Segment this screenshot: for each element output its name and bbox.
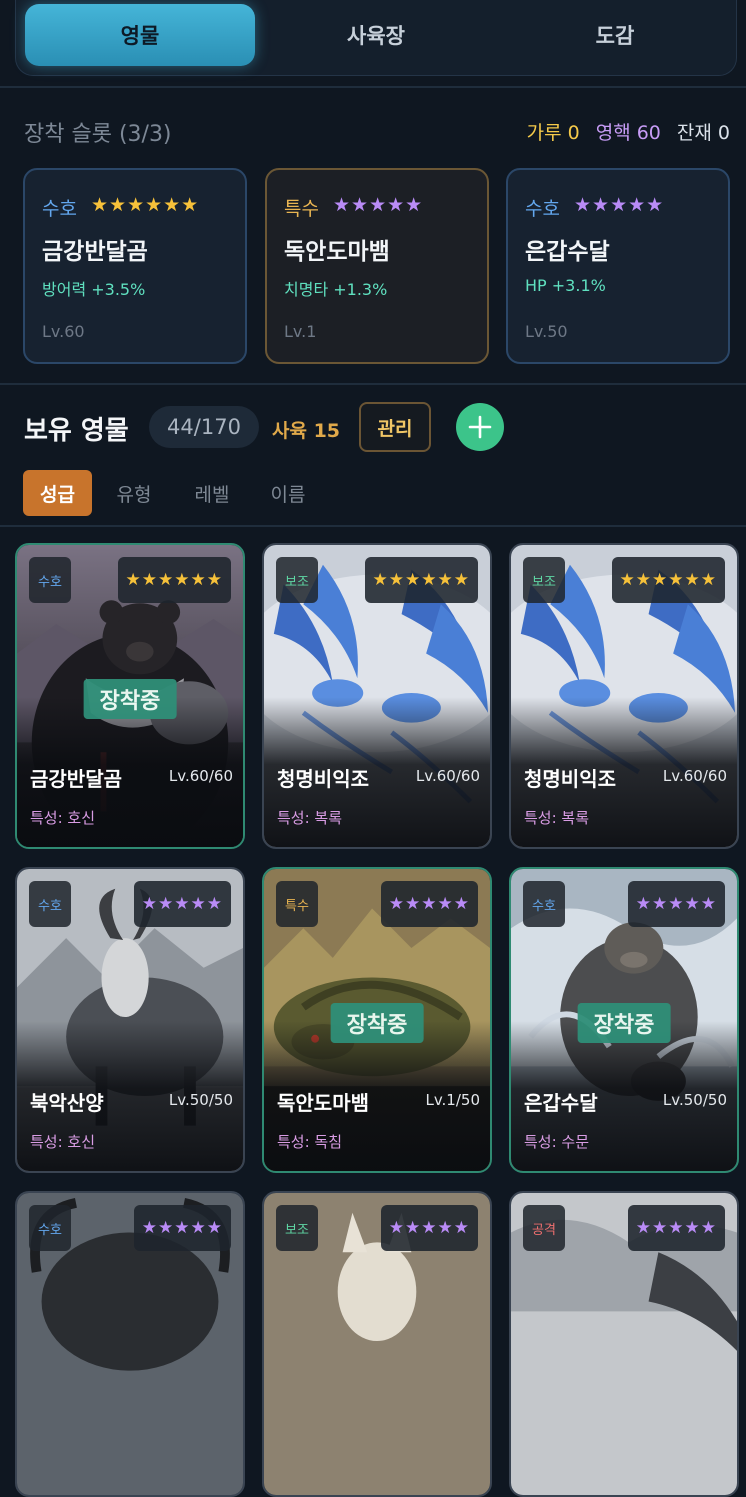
type-badge: 수호	[29, 557, 71, 603]
slot-type-label: 수호	[42, 198, 77, 220]
star-rating: ★★★★★	[627, 881, 725, 927]
creature-name: 독안도마뱀	[277, 1091, 369, 1115]
creature-level: Lv.1/50	[425, 1091, 480, 1109]
owned-count-badge: 44/170	[149, 406, 259, 448]
creature-trait: 특성: 복록	[277, 809, 343, 827]
material-amount: 잔재 0	[676, 122, 730, 144]
slot-level: Lv.60	[42, 322, 85, 341]
add-button[interactable]	[456, 403, 504, 451]
star-rating: ★★★★★	[133, 1205, 231, 1251]
star-rating: ★★★★★	[380, 881, 478, 927]
sort-tab-name[interactable]: 이름	[258, 470, 318, 516]
tab-collection[interactable]: 도감	[500, 4, 730, 66]
breeding-count: 사육 15	[272, 420, 341, 442]
equipped-tag: 장착중	[83, 679, 177, 719]
top-tab-bar: 영물 사육장 도감	[15, 0, 737, 76]
creature-trait: 특성: 수문	[524, 1133, 590, 1151]
creature-trait: 특성: 호신	[30, 809, 96, 827]
slot-type-label: 특수	[284, 198, 319, 220]
tab-spirits[interactable]: 영물	[25, 4, 255, 66]
star-rating: ★★★★★★	[611, 557, 725, 603]
essence-amount: 영핵 60	[595, 122, 661, 144]
equip-slot-1[interactable]: 수호 ★★★★★★ 금강반달곰 방어력 +3.5% Lv.60	[23, 168, 247, 364]
equip-slot-title: 장착 슬롯 (3/3)	[24, 122, 172, 147]
divider	[0, 383, 746, 385]
creature-card[interactable]: 수호 ★★★★★ 북악산양 Lv.50/50 특성: 호신	[15, 867, 245, 1173]
equipped-tag: 장착중	[577, 1003, 671, 1043]
owned-title: 보유 영물	[24, 416, 129, 446]
creature-card[interactable]: 특수 ★★★★★ 장착중 독안도마뱀 Lv.1/50 특성: 독침	[262, 867, 492, 1173]
creature-level: Lv.50/50	[662, 1091, 727, 1109]
creature-trait: 특성: 독침	[277, 1133, 343, 1151]
creature-level: Lv.60/60	[662, 767, 727, 785]
creature-name: 청명비익조	[277, 767, 369, 791]
type-badge: 보조	[276, 557, 318, 603]
star-rating: ★★★★★	[333, 194, 424, 216]
slot-creature-name: 독안도마뱀	[284, 239, 390, 265]
divider	[0, 86, 746, 88]
star-rating: ★★★★★	[380, 1205, 478, 1251]
creature-card[interactable]: 공격 ★★★★★	[509, 1191, 739, 1497]
type-badge: 공격	[523, 1205, 565, 1251]
creature-trait: 특성: 복록	[524, 809, 590, 827]
manage-button[interactable]: 관리	[359, 402, 431, 452]
creature-card[interactable]: 보조 ★★★★★★ 청명비익조 Lv.60/60 특성: 복록	[262, 543, 492, 849]
slot-stat-bonus: 치명타 +1.3%	[284, 280, 388, 299]
equip-slot-3[interactable]: 수호 ★★★★★ 은갑수달 HP +3.1% Lv.50	[506, 168, 730, 364]
creature-name: 금강반달곰	[30, 767, 122, 791]
creature-card[interactable]: 수호 ★★★★★★ 장착중 금강반달곰 Lv.60/60 특성: 호신	[15, 543, 245, 849]
sort-tab-type[interactable]: 유형	[104, 470, 164, 516]
creature-level: Lv.60/60	[415, 767, 480, 785]
type-badge: 특수	[276, 881, 318, 927]
equipped-tag: 장착중	[330, 1003, 424, 1043]
creature-card[interactable]: 수호 ★★★★★ 장착중 은갑수달 Lv.50/50 특성: 수문	[509, 867, 739, 1173]
sort-tab-level[interactable]: 레벨	[182, 470, 242, 516]
creature-name: 청명비익조	[524, 767, 616, 791]
powder-amount: 가루 0	[526, 122, 580, 144]
creature-name: 북악산양	[30, 1091, 104, 1115]
slot-creature-name: 금강반달곰	[42, 239, 148, 265]
type-badge: 수호	[29, 881, 71, 927]
slot-level: Lv.50	[525, 322, 568, 341]
star-rating: ★★★★★	[627, 1205, 725, 1251]
creature-level: Lv.50/50	[168, 1091, 233, 1109]
creature-card[interactable]: 보조 ★★★★★★ 청명비익조 Lv.60/60 특성: 복록	[509, 543, 739, 849]
star-rating: ★★★★★★	[91, 194, 200, 216]
divider	[0, 525, 746, 527]
slot-type-label: 수호	[525, 198, 560, 220]
slot-level: Lv.1	[284, 322, 317, 341]
creature-card[interactable]: 보조 ★★★★★	[262, 1191, 492, 1497]
type-badge: 보조	[523, 557, 565, 603]
star-rating: ★★★★★★	[117, 557, 231, 603]
creature-level: Lv.60/60	[168, 767, 233, 785]
creature-trait: 특성: 호신	[30, 1133, 96, 1151]
plus-icon	[468, 415, 492, 439]
slot-stat-bonus: HP +3.1%	[525, 276, 606, 295]
currency-bar: 가루 0 영핵 60 잔재 0	[527, 118, 730, 145]
type-badge: 수호	[29, 1205, 71, 1251]
slot-stat-bonus: 방어력 +3.5%	[42, 280, 146, 299]
star-rating: ★★★★★	[133, 881, 231, 927]
type-badge: 수호	[523, 881, 565, 927]
creature-name: 은갑수달	[524, 1091, 598, 1115]
equip-slot-2[interactable]: 특수 ★★★★★ 독안도마뱀 치명타 +1.3% Lv.1	[265, 168, 489, 364]
type-badge: 보조	[276, 1205, 318, 1251]
star-rating: ★★★★★	[574, 194, 665, 216]
sort-tab-grade[interactable]: 성급	[23, 470, 92, 516]
star-rating: ★★★★★★	[364, 557, 478, 603]
tab-breeding[interactable]: 사육장	[261, 4, 491, 66]
creature-card[interactable]: 수호 ★★★★★	[15, 1191, 245, 1497]
slot-creature-name: 은갑수달	[525, 239, 610, 265]
